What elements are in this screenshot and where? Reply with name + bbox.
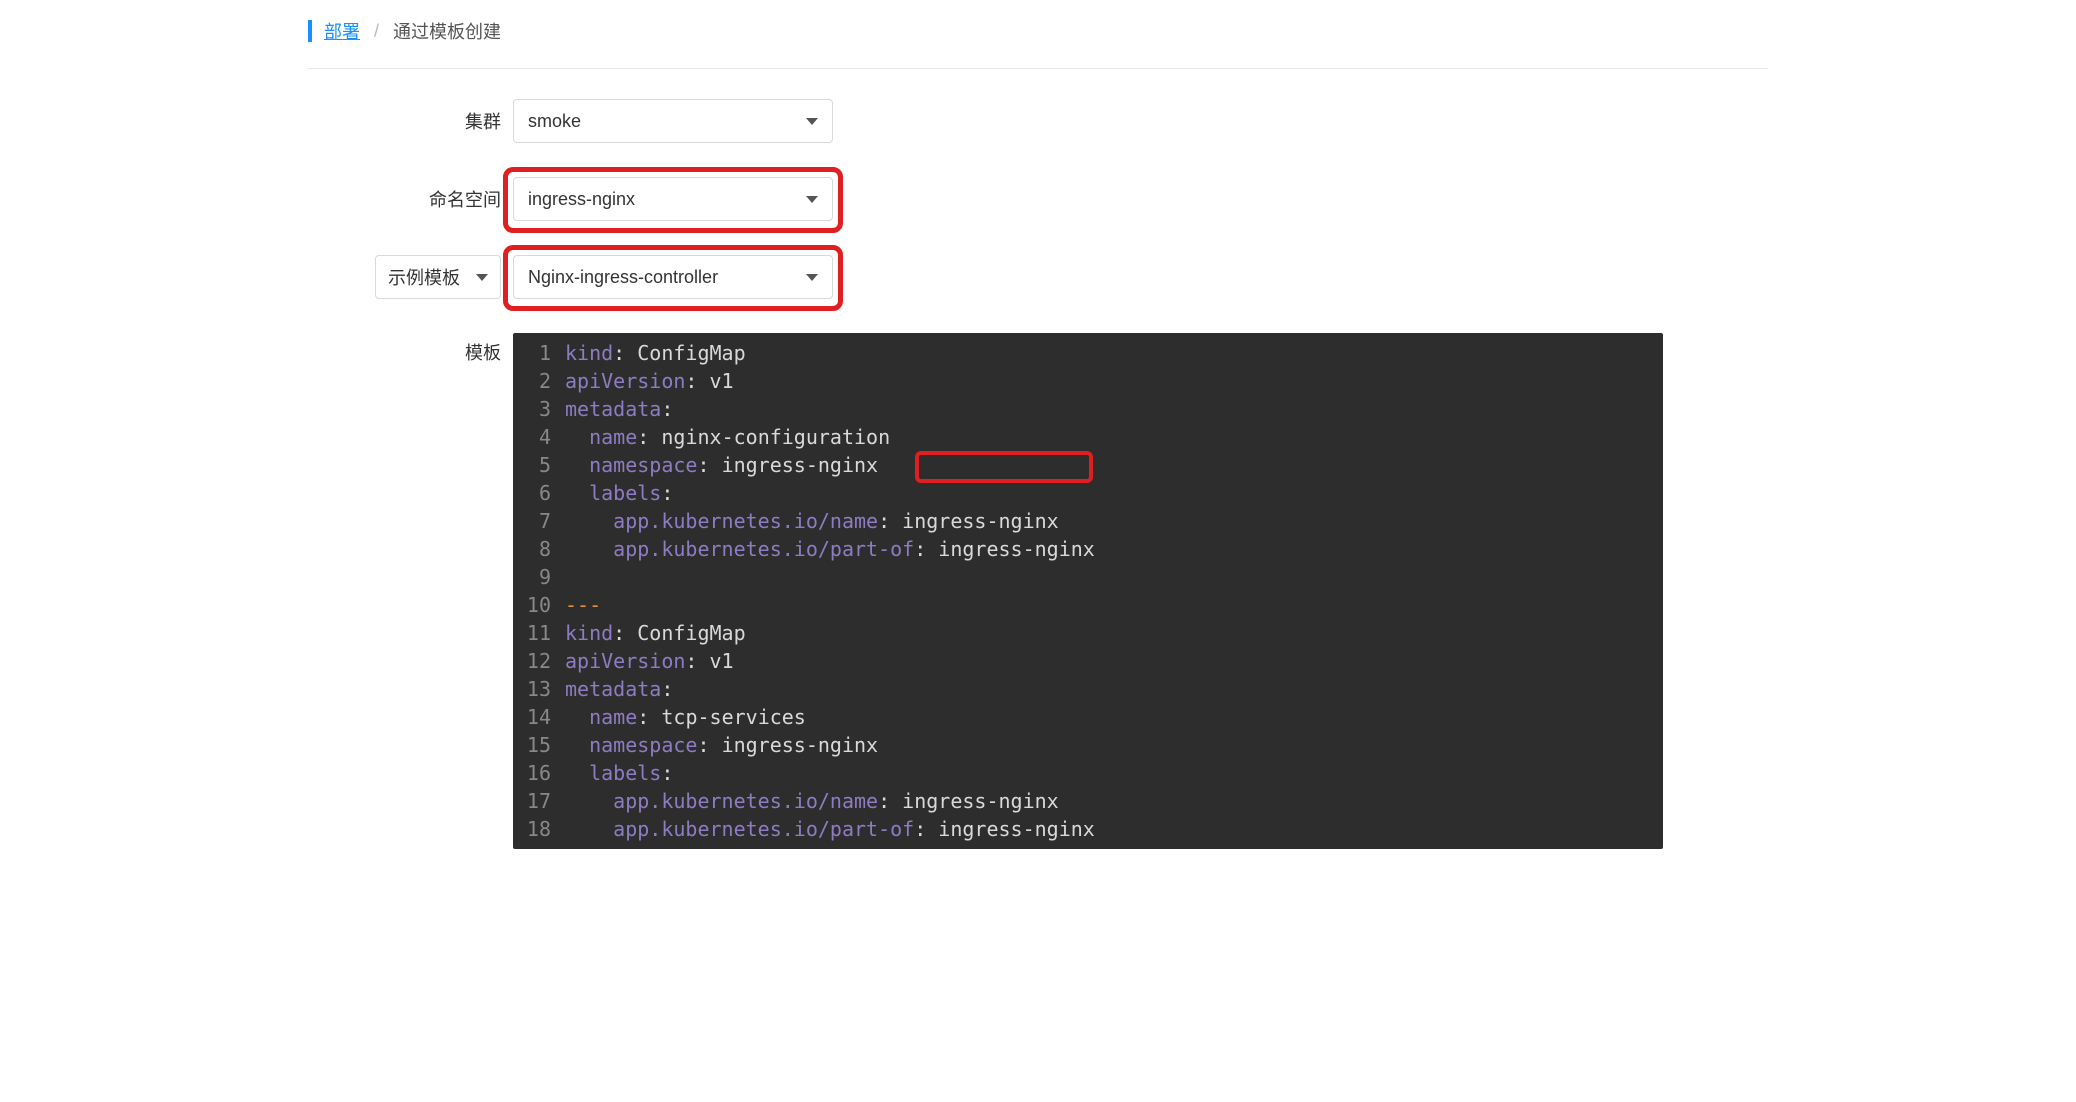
sample-template-label-wrap: 示例模板 — [308, 255, 513, 299]
breadcrumb-current: 通过模板创建 — [393, 18, 501, 44]
line-number: 12 — [513, 647, 565, 675]
line-code[interactable]: metadata: — [565, 675, 1663, 703]
line-number: 18 — [513, 815, 565, 843]
namespace-highlight-wrap: ingress-nginx — [513, 177, 833, 221]
editor-line[interactable]: 18 app.kubernetes.io/part-of: ingress-ng… — [513, 815, 1663, 843]
line-code[interactable]: kind: ConfigMap — [565, 619, 1663, 647]
line-number: 11 — [513, 619, 565, 647]
line-code[interactable]: app.kubernetes.io/part-of: ingress-nginx — [565, 815, 1663, 843]
caret-down-icon — [806, 196, 818, 203]
breadcrumb-root-link[interactable]: 部署 — [324, 18, 360, 44]
editor-line[interactable]: 5 namespace: ingress-nginx — [513, 451, 1663, 479]
line-number: 6 — [513, 479, 565, 507]
line-code[interactable]: app.kubernetes.io/name: ingress-nginx — [565, 787, 1663, 815]
editor-line[interactable]: 14 name: tcp-services — [513, 703, 1663, 731]
line-number: 17 — [513, 787, 565, 815]
editor-line[interactable]: 4 name: nginx-configuration — [513, 423, 1663, 451]
line-number: 1 — [513, 339, 565, 367]
line-code[interactable]: --- — [565, 591, 1663, 619]
form-row-namespace: 命名空间 ingress-nginx — [308, 177, 1768, 221]
namespace-dropdown[interactable]: ingress-nginx — [513, 177, 833, 221]
sample-template-label-dropdown[interactable]: 示例模板 — [375, 255, 501, 299]
line-number: 3 — [513, 395, 565, 423]
editor-line[interactable]: 10--- — [513, 591, 1663, 619]
sample-template-dropdown-value: Nginx-ingress-controller — [528, 267, 798, 288]
editor-line[interactable]: 12apiVersion: v1 — [513, 647, 1663, 675]
line-code[interactable]: kind: ConfigMap — [565, 339, 1663, 367]
breadcrumb-accent-bar — [308, 20, 312, 42]
editor-line[interactable]: 1kind: ConfigMap — [513, 339, 1663, 367]
editor-line[interactable]: 8 app.kubernetes.io/part-of: ingress-ngi… — [513, 535, 1663, 563]
line-code[interactable]: namespace: ingress-nginx — [565, 731, 1663, 759]
line-number: 4 — [513, 423, 565, 451]
editor-line[interactable]: 16 labels: — [513, 759, 1663, 787]
line-number: 2 — [513, 367, 565, 395]
caret-down-icon — [476, 274, 488, 281]
template-label: 模板 — [465, 339, 501, 365]
editor-line[interactable]: 9 — [513, 563, 1663, 591]
yaml-editor[interactable]: 1kind: ConfigMap2apiVersion: v13metadata… — [513, 333, 1663, 849]
line-number: 9 — [513, 563, 565, 591]
sample-template-dropdown[interactable]: Nginx-ingress-controller — [513, 255, 833, 299]
namespace-label-wrap: 命名空间 — [308, 186, 513, 212]
line-code[interactable]: apiVersion: v1 — [565, 367, 1663, 395]
editor-line[interactable]: 6 labels: — [513, 479, 1663, 507]
form-row-sample-template: 示例模板 Nginx-ingress-controller — [308, 255, 1768, 299]
editor-line[interactable]: 11kind: ConfigMap — [513, 619, 1663, 647]
line-code[interactable]: labels: — [565, 759, 1663, 787]
line-number: 10 — [513, 591, 565, 619]
caret-down-icon — [806, 118, 818, 125]
line-number: 8 — [513, 535, 565, 563]
line-code[interactable]: name: tcp-services — [565, 703, 1663, 731]
editor-line[interactable]: 17 app.kubernetes.io/name: ingress-nginx — [513, 787, 1663, 815]
line-code[interactable]: apiVersion: v1 — [565, 647, 1663, 675]
editor-line[interactable]: 13metadata: — [513, 675, 1663, 703]
line-code[interactable]: app.kubernetes.io/part-of: ingress-nginx — [565, 535, 1663, 563]
template-label-wrap: 模板 — [308, 333, 513, 365]
line-number: 13 — [513, 675, 565, 703]
editor-line[interactable]: 7 app.kubernetes.io/name: ingress-nginx — [513, 507, 1663, 535]
line-code[interactable]: namespace: ingress-nginx — [565, 451, 1663, 479]
cluster-dropdown-value: smoke — [528, 111, 798, 132]
namespace-dropdown-value: ingress-nginx — [528, 189, 798, 210]
line-code[interactable]: name: nginx-configuration — [565, 423, 1663, 451]
cluster-label-wrap: 集群 — [308, 108, 513, 134]
form-row-cluster: 集群 smoke — [308, 99, 1768, 143]
line-code[interactable]: metadata: — [565, 395, 1663, 423]
cluster-dropdown[interactable]: smoke — [513, 99, 833, 143]
line-code[interactable]: labels: — [565, 479, 1663, 507]
editor-line[interactable]: 3metadata: — [513, 395, 1663, 423]
line-code[interactable]: app.kubernetes.io/name: ingress-nginx — [565, 507, 1663, 535]
line-number: 5 — [513, 451, 565, 479]
line-number: 16 — [513, 759, 565, 787]
form-row-template: 模板 1kind: ConfigMap2apiVersion: v13metad… — [308, 333, 1768, 849]
line-number: 15 — [513, 731, 565, 759]
line-number: 7 — [513, 507, 565, 535]
editor-line[interactable]: 15 namespace: ingress-nginx — [513, 731, 1663, 759]
line-number: 14 — [513, 703, 565, 731]
breadcrumb-separator: / — [374, 21, 379, 42]
sample-template-label: 示例模板 — [388, 264, 460, 290]
page-root: 部署 / 通过模板创建 集群 smoke 命名空间 ingress-nginx — [288, 0, 1788, 923]
caret-down-icon — [806, 274, 818, 281]
sample-template-highlight-wrap: Nginx-ingress-controller — [513, 255, 833, 299]
breadcrumb: 部署 / 通过模板创建 — [308, 0, 1768, 69]
cluster-label: 集群 — [465, 108, 501, 134]
editor-line[interactable]: 2apiVersion: v1 — [513, 367, 1663, 395]
namespace-label: 命名空间 — [429, 186, 501, 212]
